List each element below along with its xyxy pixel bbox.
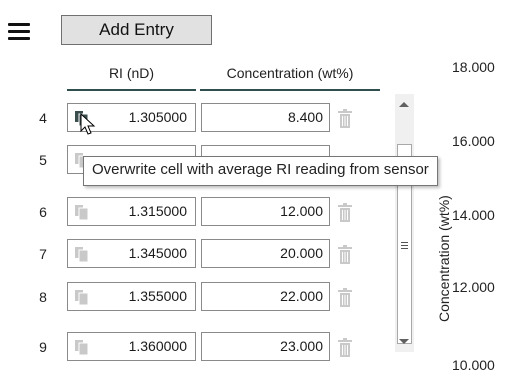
row-number: 5: [39, 152, 47, 168]
row-number: 7: [39, 246, 47, 262]
ri-cell[interactable]: 1.315000: [67, 197, 196, 226]
scroll-down-arrow-icon[interactable]: [399, 339, 409, 344]
y-axis-label: Concentration (wt%): [436, 195, 452, 322]
y-tick-label: 10.000: [452, 357, 495, 373]
ri-value: 1.305000: [128, 109, 187, 125]
row-number: 6: [39, 204, 47, 220]
copy-paste-icon[interactable]: [75, 247, 88, 262]
ri-value: 1.355000: [128, 288, 187, 304]
concentration-cell[interactable]: 12.000: [201, 197, 330, 226]
row-number: 9: [39, 339, 47, 355]
vertical-scrollbar[interactable]: [395, 94, 414, 352]
concentration-value: 22.000: [280, 288, 323, 304]
concentration-cell[interactable]: 8.400: [201, 103, 330, 132]
trash-icon[interactable]: [337, 338, 353, 357]
ri-value: 1.315000: [128, 203, 187, 219]
concentration-cell[interactable]: 20.000: [201, 239, 330, 268]
row-number: 8: [39, 289, 47, 305]
copy-paste-icon[interactable]: [75, 205, 88, 220]
concentration-value: 20.000: [280, 245, 323, 261]
ri-cell[interactable]: 1.355000: [67, 282, 196, 311]
ri-cell[interactable]: 1.345000: [67, 239, 196, 268]
grip-line: [401, 242, 408, 243]
grip-line: [401, 248, 408, 249]
tooltip: Overwrite cell with average RI reading f…: [83, 156, 438, 186]
y-tick-label: 16.000: [452, 133, 495, 149]
hamburger-menu-icon[interactable]: [8, 22, 30, 40]
copy-paste-icon[interactable]: [75, 340, 88, 355]
trash-icon[interactable]: [337, 203, 353, 222]
ri-cell[interactable]: 1.360000: [67, 332, 196, 361]
ri-value: 1.345000: [128, 245, 187, 261]
trash-icon[interactable]: [337, 109, 353, 128]
y-tick-label: 12.000: [452, 279, 495, 295]
concentration-value: 8.400: [287, 109, 323, 125]
concentration-column-header: Concentration (wt%): [226, 65, 354, 81]
grip-line: [401, 245, 408, 246]
add-entry-button[interactable]: Add Entry: [61, 15, 212, 45]
y-tick-label: 14.000: [452, 207, 495, 223]
trash-icon[interactable]: [337, 288, 353, 307]
row-number: 4: [39, 110, 47, 126]
concentration-value: 12.000: [280, 203, 323, 219]
mouse-cursor-icon: [80, 113, 96, 135]
scroll-up-arrow-icon[interactable]: [399, 102, 409, 107]
ri-value: 1.360000: [128, 338, 187, 354]
copy-paste-icon[interactable]: [75, 290, 88, 305]
concentration-header-underline: [200, 89, 380, 91]
y-tick-label: 18.000: [452, 59, 495, 75]
ri-column-header: RI (nD): [108, 65, 155, 81]
concentration-value: 23.000: [280, 338, 323, 354]
concentration-cell[interactable]: 22.000: [201, 282, 330, 311]
trash-icon[interactable]: [337, 245, 353, 264]
ri-header-underline: [67, 89, 196, 91]
concentration-cell[interactable]: 23.000: [201, 332, 330, 361]
